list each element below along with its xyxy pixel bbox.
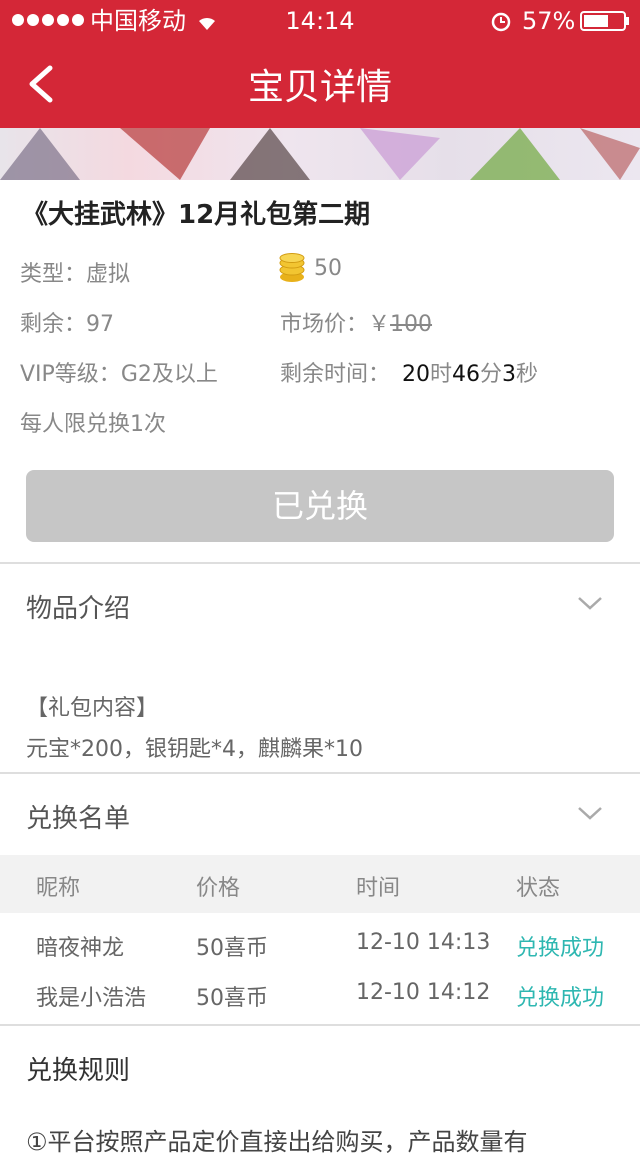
exchange-list-title[interactable]: 兑换名单: [26, 798, 130, 835]
remaining-value: 97: [86, 312, 115, 337]
header-status: 状态: [516, 876, 561, 901]
minutes-value: 46: [452, 362, 481, 387]
market-price-info: 市场价：￥100: [280, 306, 432, 338]
divider: [0, 562, 640, 564]
hours-unit: 时: [430, 362, 453, 387]
minutes-unit: 分: [480, 362, 503, 387]
header-price: 价格: [196, 876, 241, 901]
product-name: 《大挂武林》12月礼包第二期: [22, 200, 371, 230]
time-left-info: 剩余时间： 20时46分3秒: [280, 356, 538, 388]
time-left-label: 剩余时间：: [280, 362, 391, 387]
row-status: 兑换成功: [516, 986, 605, 1011]
row-price: 50喜币: [196, 986, 268, 1011]
hours-value: 20: [402, 362, 431, 387]
remaining-info: 剩余：97: [20, 306, 114, 338]
market-label: 市场价：: [280, 312, 369, 337]
product-banner-image: [0, 128, 640, 180]
divider: [0, 772, 640, 774]
row-time: 12-10 14:12: [356, 980, 491, 1005]
rules-title: 兑换规则: [26, 1056, 131, 1086]
coin-icon: [279, 253, 305, 282]
chevron-down-icon[interactable]: [577, 800, 603, 826]
type-label: 类型：: [20, 262, 87, 287]
header-time: 时间: [356, 876, 401, 901]
header-nickname: 昵称: [36, 876, 81, 901]
coin-price: 50: [314, 256, 342, 281]
row-price: 50喜币: [196, 936, 268, 961]
redeemed-button[interactable]: 已兑换: [26, 470, 614, 542]
seconds-value: 3: [502, 362, 517, 387]
alarm-icon: [491, 12, 511, 32]
vip-info: VIP等级：G2及以上: [20, 356, 218, 388]
intro-section-title[interactable]: 物品介绍: [26, 588, 130, 625]
package-content-title: 【礼包内容】: [26, 696, 159, 721]
seconds-unit: 秒: [516, 362, 539, 387]
exchange-limit: 每人限兑换1次: [20, 412, 166, 437]
remaining-label: 剩余：: [20, 312, 87, 337]
divider: [0, 1024, 640, 1026]
chevron-down-icon[interactable]: [577, 590, 603, 616]
type-info: 类型：虚拟: [20, 256, 130, 288]
battery-percent: 57%: [522, 7, 576, 35]
row-status: 兑换成功: [516, 936, 605, 961]
row-time: 12-10 14:13: [356, 930, 491, 955]
rules-first-line: ①平台按照产品定价直接出给购买，产品数量有: [26, 1128, 528, 1156]
vip-label: VIP等级：: [20, 362, 121, 387]
vip-value: G2及以上: [120, 362, 218, 387]
page-title: 宝贝详情: [247, 67, 392, 108]
row-nickname: 暗夜神龙: [36, 936, 125, 961]
currency-symbol: ￥: [368, 312, 391, 337]
market-price-value: 100: [390, 312, 433, 337]
row-nickname: 我是小浩浩: [36, 986, 147, 1011]
package-content: 元宝*200，银钥匙*4，麒麟果*10: [26, 737, 363, 762]
type-value: 虚拟: [86, 262, 131, 287]
battery-icon: [580, 11, 629, 31]
